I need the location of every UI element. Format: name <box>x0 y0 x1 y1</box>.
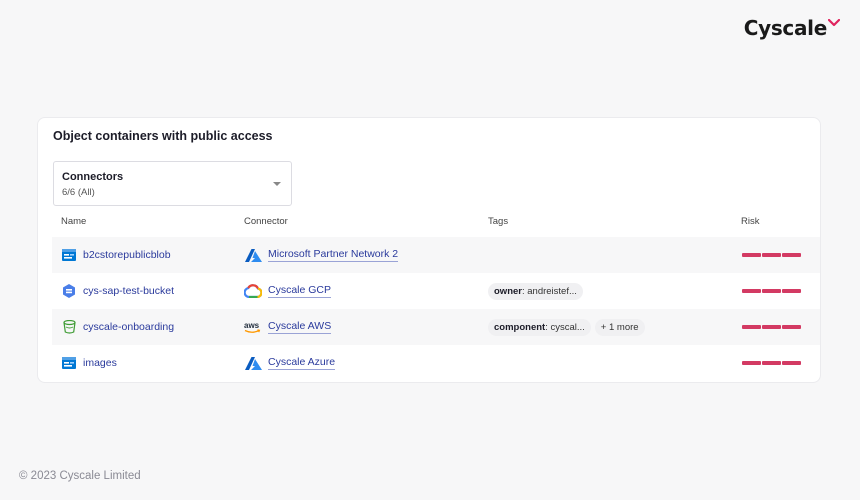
connectors-filter-dropdown[interactable]: Connectors 6/6 (All) <box>53 161 292 206</box>
azure-icon <box>244 356 262 370</box>
connector-cell: aws Cyscale AWS <box>244 309 332 345</box>
column-header-tags: Tags <box>488 216 509 227</box>
risk-segment <box>742 289 761 293</box>
resource-name-link[interactable]: images <box>83 357 117 369</box>
tags-cell: component: cyscal... + 1 more <box>488 309 645 345</box>
risk-indicator <box>742 309 801 345</box>
column-header-connector: Connector <box>244 216 288 227</box>
tag-chip[interactable]: owner: andreistef... <box>488 282 583 300</box>
cyscale-logo: Cyscale <box>744 14 840 42</box>
tags-cell: owner: andreistef... <box>488 273 583 309</box>
risk-segment <box>742 361 761 365</box>
column-header-risk: Risk <box>741 216 760 227</box>
s3-bucket-icon <box>62 320 76 334</box>
tag-key: component <box>494 321 546 333</box>
risk-segment <box>782 361 801 365</box>
azure-storage-icon <box>62 356 76 370</box>
widget-title: Object containers with public access <box>53 129 273 143</box>
resource-name-link[interactable]: cys-sap-test-bucket <box>83 285 174 297</box>
tag-value: : andreistef... <box>521 285 577 297</box>
name-cell: cyscale-onboarding <box>62 309 174 345</box>
risk-indicator <box>742 345 801 381</box>
table-row: cyscale-onboarding aws Cyscale AWS compo… <box>52 309 820 345</box>
connector-cell: Microsoft Partner Network 2 <box>244 237 399 273</box>
risk-segment <box>742 325 761 329</box>
risk-indicator <box>742 237 801 273</box>
filter-value: 6/6 (All) <box>62 187 95 198</box>
connector-link[interactable]: Cyscale Azure <box>268 356 336 370</box>
risk-segment <box>782 289 801 293</box>
risk-segment <box>742 253 761 257</box>
risk-segment <box>762 325 781 329</box>
risk-indicator <box>742 273 801 309</box>
connector-link[interactable]: Cyscale AWS <box>268 320 332 334</box>
risk-segment <box>782 253 801 257</box>
tag-chip[interactable]: component: cyscal... <box>488 318 591 336</box>
risk-segment <box>762 253 781 257</box>
risk-segment <box>762 289 781 293</box>
azure-icon <box>244 248 262 262</box>
risk-segment <box>762 361 781 365</box>
name-cell: b2cstorepublicblob <box>62 237 171 273</box>
filter-label: Connectors <box>62 171 124 183</box>
gcp-storage-icon <box>62 284 76 298</box>
table-row: cys-sap-test-bucket Cyscale GCP owner: a… <box>52 273 820 309</box>
name-cell: cys-sap-test-bucket <box>62 273 174 309</box>
aws-icon: aws <box>244 320 262 334</box>
connector-link[interactable]: Microsoft Partner Network 2 <box>268 248 399 262</box>
connector-link[interactable]: Cyscale GCP <box>268 284 332 298</box>
risk-segment <box>782 325 801 329</box>
table-row: b2cstorepublicblob Microsoft Partner Net… <box>52 237 820 273</box>
logo-mark-icon <box>828 18 840 26</box>
resource-name-link[interactable]: cyscale-onboarding <box>83 321 174 333</box>
public-containers-widget: Object containers with public access Con… <box>37 117 821 383</box>
tag-value: : cyscal... <box>545 321 585 333</box>
gcp-icon <box>244 284 262 298</box>
caret-down-icon <box>273 182 281 186</box>
column-header-name: Name <box>61 216 87 227</box>
table-row: images Cyscale Azure <box>52 345 820 381</box>
azure-storage-icon <box>62 248 76 262</box>
logo-text: Cyscale <box>743 16 828 40</box>
connector-cell: Cyscale GCP <box>244 273 332 309</box>
resource-name-link[interactable]: b2cstorepublicblob <box>83 249 171 261</box>
table-header: Name Connector Tags Risk <box>38 216 820 234</box>
more-tags-chip[interactable]: + 1 more <box>594 318 645 336</box>
copyright-footer: © 2023 Cyscale Limited <box>19 470 141 482</box>
connector-cell: Cyscale Azure <box>244 345 336 381</box>
tag-key: owner <box>494 285 522 297</box>
name-cell: images <box>62 345 117 381</box>
svg-text:aws: aws <box>244 321 260 330</box>
